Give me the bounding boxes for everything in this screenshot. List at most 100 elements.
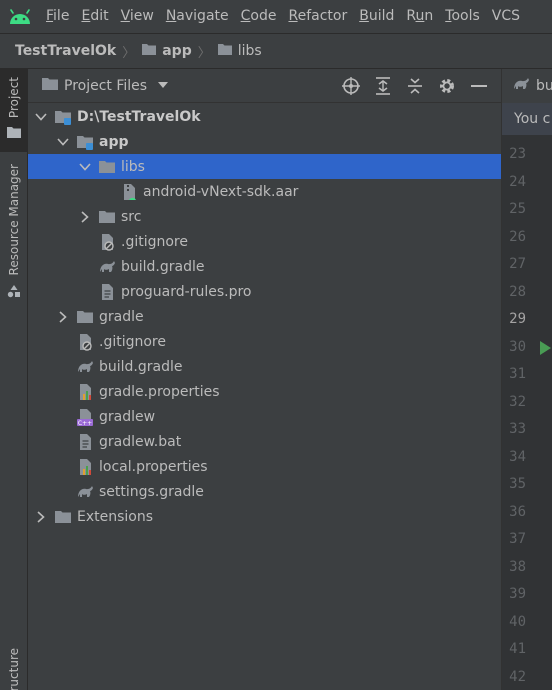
tree-row[interactable]: gradlew.bat — [28, 429, 501, 454]
text-file-icon — [76, 433, 94, 451]
editor-tab-label: bu — [536, 78, 552, 94]
line-number: 24 — [509, 173, 526, 190]
line-number: 42 — [509, 668, 526, 685]
tree-item-label: .gitignore — [99, 333, 166, 350]
notification-text: You c — [514, 111, 551, 127]
tree-item-label: local.properties — [99, 458, 208, 475]
folder-icon — [98, 158, 116, 176]
tree-row[interactable]: build.gradle — [28, 254, 501, 279]
tree-row[interactable]: C++ gradlew — [28, 404, 501, 429]
chevron-right-icon[interactable] — [78, 204, 92, 229]
folder-icon — [7, 126, 21, 142]
run-gutter-icon[interactable] — [540, 340, 551, 355]
tree-item-label: gradle — [99, 308, 144, 325]
module-folder-icon — [141, 42, 157, 60]
structure-tool-tab[interactable]: ructure — [0, 644, 28, 690]
tree-row[interactable]: .gitignore — [28, 229, 501, 254]
tree-row[interactable]: local.properties — [28, 454, 501, 479]
menu-file[interactable]: File — [40, 0, 75, 33]
menu-refactor[interactable]: Refactor — [282, 0, 353, 33]
collapse-all-icon[interactable] — [399, 69, 431, 103]
line-number: 32 — [509, 393, 526, 410]
hide-panel-icon[interactable] — [463, 69, 495, 103]
tree-row[interactable]: .gitignore — [28, 329, 501, 354]
line-number: 40 — [509, 613, 526, 630]
breadcrumb-separator-icon: 〉 — [197, 45, 211, 61]
resource-manager-tool-tab[interactable]: Resource Manager — [0, 164, 28, 304]
folder-icon — [76, 308, 94, 326]
tree-item-label: settings.gradle — [99, 483, 204, 500]
tree-row[interactable]: settings.gradle — [28, 479, 501, 504]
menu-build[interactable]: Build — [353, 0, 400, 33]
gear-icon[interactable] — [431, 69, 463, 103]
editor-notification-banner: You c — [502, 103, 552, 135]
folder-icon — [98, 208, 116, 226]
resource-manager-tab-label: Resource Manager — [7, 164, 21, 276]
chevron-down-icon[interactable] — [56, 129, 70, 154]
android-studio-logo-icon — [0, 0, 40, 33]
expand-all-icon[interactable] — [367, 69, 399, 103]
menu-edit[interactable]: Edit — [75, 0, 114, 33]
folder-icon — [217, 42, 233, 60]
tree-item-label: app — [99, 133, 129, 150]
line-number: 26 — [509, 228, 526, 245]
ignore-file-icon — [76, 333, 94, 351]
editor-area: bu You c 23 24 25 26 27 28 29 30 31 32 33 34 35 36 37 3… — [501, 69, 552, 690]
menu-bar: File Edit View Navigate Code Refactor Build Run… — [0, 0, 552, 33]
tree-row[interactable]: build.gradle — [28, 354, 501, 379]
tree-row[interactable]: gradle.properties — [28, 379, 501, 404]
breadcrumb-project[interactable]: TestTravelOk — [15, 43, 116, 59]
tree-row[interactable]: Extensions — [28, 504, 501, 529]
tree-row[interactable]: gradle — [28, 304, 501, 329]
folder-icon — [42, 77, 58, 94]
tree-item-label: Extensions — [77, 508, 154, 525]
svg-text:C++: C++ — [78, 420, 92, 426]
tree-row[interactable]: proguard-rules.pro — [28, 279, 501, 304]
menu-code[interactable]: Code — [235, 0, 283, 33]
text-file-icon — [98, 283, 116, 301]
module-folder-icon — [54, 108, 72, 126]
tree-row[interactable]: android-vNext-sdk.aar — [28, 179, 501, 204]
gradle-icon — [98, 258, 116, 276]
breadcrumb-folder[interactable]: libs — [238, 43, 262, 59]
line-number: 28 — [509, 283, 526, 300]
editor-tab[interactable]: bu — [502, 69, 552, 103]
menu-run[interactable]: Run — [400, 0, 439, 33]
menu-vcs[interactable]: VCS — [486, 0, 526, 33]
tree-row[interactable]: app — [28, 129, 501, 154]
chevron-down-icon[interactable] — [78, 154, 92, 179]
chevron-down-icon[interactable] — [34, 104, 48, 129]
breadcrumb-module[interactable]: app — [162, 43, 192, 59]
project-tab-label: Project — [7, 77, 21, 119]
line-number: 37 — [509, 531, 526, 547]
chevron-right-icon[interactable] — [34, 504, 48, 529]
project-tool-window: Project Files D:\TestTravelOk app libs andr… — [28, 69, 501, 690]
gradle-icon — [76, 358, 94, 376]
script-file-icon: C++ — [76, 408, 94, 426]
line-number: 38 — [509, 558, 526, 575]
line-number: 23 — [509, 146, 526, 162]
menu-navigate[interactable]: Navigate — [160, 0, 235, 33]
project-panel-header: Project Files — [28, 69, 501, 103]
line-number: 25 — [509, 201, 526, 217]
line-number: 39 — [509, 586, 526, 602]
line-number: 33 — [509, 421, 526, 437]
folder-icon — [54, 508, 72, 526]
dropdown-arrow-icon[interactable] — [157, 78, 169, 93]
tree-row[interactable]: src — [28, 204, 501, 229]
tree-row[interactable]: libs — [28, 154, 501, 179]
tree-item-label: .gitignore — [121, 233, 188, 250]
tree-item-label: build.gradle — [99, 358, 183, 375]
left-tool-strip: Project Resource Manager ructure — [0, 69, 28, 690]
navigation-bar: TestTravelOk 〉 app 〉 libs — [0, 33, 552, 69]
line-number: 29 — [509, 311, 526, 327]
tree-item-label: src — [121, 208, 142, 225]
locate-file-icon[interactable] — [335, 69, 367, 103]
menu-tools[interactable]: Tools — [439, 0, 486, 33]
project-view-selector[interactable]: Project Files — [64, 78, 147, 94]
chevron-right-icon[interactable] — [56, 304, 70, 329]
tree-row[interactable]: D:\TestTravelOk — [28, 104, 501, 129]
module-folder-icon — [76, 133, 94, 151]
menu-view[interactable]: View — [115, 0, 160, 33]
project-tool-tab[interactable]: Project — [0, 69, 28, 152]
